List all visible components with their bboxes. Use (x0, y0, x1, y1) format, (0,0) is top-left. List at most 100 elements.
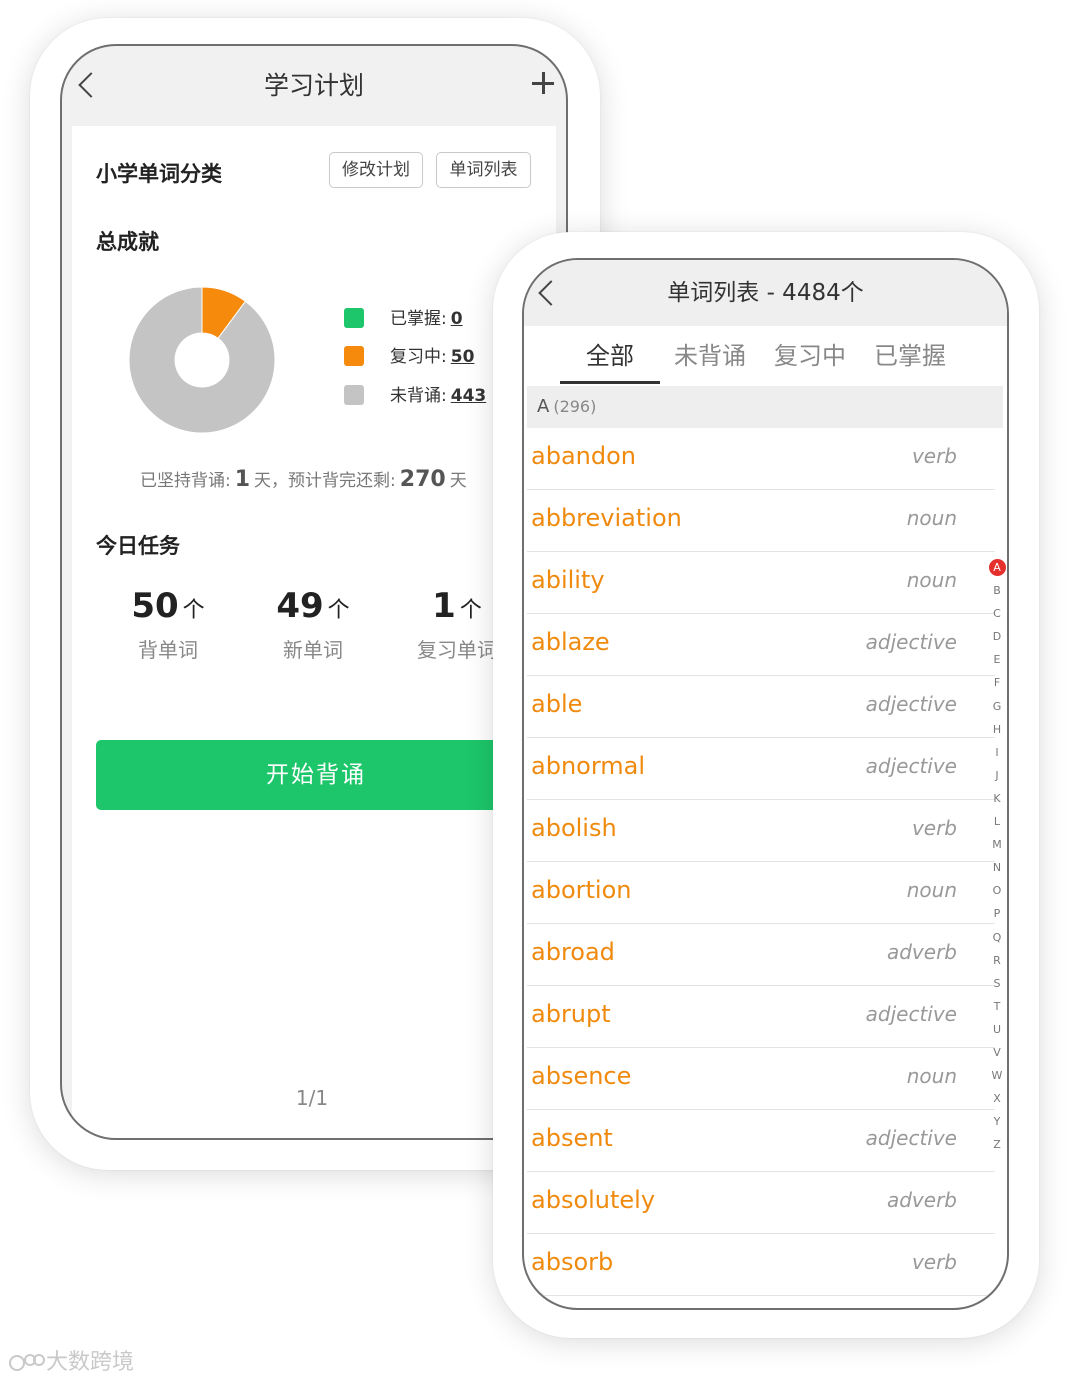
word-list-screen: 单词列表 - 4484个 全部 未背诵 复习中 已掌握 A (296) aband… (522, 258, 1009, 1310)
index-letter-text: I (995, 745, 999, 759)
legend-value[interactable]: 50 (451, 347, 475, 367)
tab-mastered[interactable]: 已掌握 (860, 326, 960, 386)
index-letter-text: M (992, 838, 1002, 852)
index-letter[interactable]: H (987, 718, 1007, 741)
group-letter: A (537, 396, 550, 417)
tab-unrecited[interactable]: 未背诵 (660, 326, 760, 386)
word-row[interactable]: absent adjective (527, 1110, 995, 1172)
index-letter-text: Q (992, 930, 1002, 944)
word-text: absorb (531, 1248, 614, 1276)
word-row[interactable]: abroad adverb (527, 924, 995, 986)
legend-label: 已掌握: (390, 309, 447, 329)
legend-value[interactable]: 443 (451, 386, 487, 406)
task-unit: 个 (327, 598, 350, 623)
index-letter[interactable]: Z (987, 1133, 1007, 1156)
word-row[interactable]: abolish verb (527, 800, 995, 862)
index-letter-text: O (992, 884, 1002, 898)
index-letter-text: E (993, 653, 1001, 667)
index-letter-text: N (992, 861, 1002, 875)
watermark-logo-icon (9, 1354, 45, 1371)
index-letter[interactable]: X (987, 1087, 1007, 1110)
index-letter-text: R (993, 953, 1001, 967)
legend-value[interactable]: 0 (451, 309, 463, 329)
index-letter-text: Z (993, 1138, 1001, 1152)
word-row[interactable]: ability noun (527, 552, 995, 614)
start-recite-button[interactable]: 开始背诵 (96, 740, 536, 810)
index-letter[interactable]: B (987, 579, 1007, 602)
index-letter[interactable]: T (987, 995, 1007, 1018)
word-row[interactable]: absence noun (527, 1048, 995, 1110)
tab-all[interactable]: 全部 (560, 326, 660, 386)
index-letter[interactable]: K (987, 787, 1007, 810)
word-row[interactable]: abnormal adjective (527, 738, 995, 800)
index-letter[interactable]: F (987, 671, 1007, 694)
part-of-speech: verb (911, 816, 957, 840)
page-title: 单词列表 - 4484个 (667, 280, 864, 306)
tab-reviewing[interactable]: 复习中 (760, 326, 860, 386)
word-row[interactable]: able adjective (527, 676, 995, 738)
index-letter[interactable]: I (987, 741, 1007, 764)
index-letter-text: B (993, 584, 1001, 598)
days-count: 1 (234, 467, 251, 492)
index-letter[interactable]: O (987, 879, 1007, 902)
index-letter-text: U (992, 1022, 1002, 1036)
index-letter[interactable]: W (987, 1064, 1007, 1087)
part-of-speech: adverb (886, 1188, 957, 1212)
group-count: (296) (553, 397, 597, 416)
index-letter[interactable]: M (987, 833, 1007, 856)
word-row[interactable]: absorb verb (527, 1234, 995, 1296)
index-letter[interactable]: J (987, 764, 1007, 787)
edit-plan-button[interactable]: 修改计划 (329, 152, 423, 188)
index-letter[interactable]: R (987, 949, 1007, 972)
index-letter[interactable]: Y (987, 1110, 1007, 1133)
task-unit: 个 (459, 598, 482, 623)
legend-label: 复习中: (390, 347, 447, 367)
word-row[interactable]: abandon verb (527, 428, 995, 490)
index-letter[interactable]: P (987, 902, 1007, 925)
part-of-speech: adjective (865, 630, 957, 654)
word-text: able (531, 690, 583, 718)
page-indicator: 1/1 (295, 1086, 329, 1110)
word-row[interactable]: absolutely adverb (527, 1172, 995, 1234)
index-letter-text: K (993, 791, 1001, 805)
index-letter[interactable]: N (987, 856, 1007, 879)
part-of-speech: noun (906, 506, 957, 530)
mastered-swatch (344, 308, 364, 328)
index-letter-text: Y (993, 1115, 1001, 1129)
word-list-phone: 单词列表 - 4484个 全部 未背诵 复习中 已掌握 A (296) aband… (493, 232, 1039, 1338)
index-letter[interactable]: U (987, 1018, 1007, 1041)
watermark-text: 大数跨境 (46, 1350, 135, 1375)
part-of-speech: adverb (886, 940, 957, 964)
summary-suffix: 天 (449, 471, 467, 491)
index-letter-text: G (992, 699, 1002, 713)
word-text: ability (531, 566, 605, 594)
index-letter[interactable]: D (987, 625, 1007, 648)
task-label: 背单词 (138, 638, 198, 662)
index-letter[interactable]: A (987, 556, 1007, 579)
index-letter[interactable]: E (987, 648, 1007, 671)
word-row[interactable]: abortion noun (527, 862, 995, 924)
index-letter[interactable]: L (987, 810, 1007, 833)
word-text: ablaze (531, 628, 610, 656)
index-letter[interactable]: C (987, 602, 1007, 625)
plus-icon[interactable] (532, 72, 554, 94)
task-label: 新单词 (283, 638, 343, 662)
word-text: abortion (531, 876, 632, 904)
word-list-button[interactable]: 单词列表 (436, 152, 531, 188)
part-of-speech: adjective (865, 1126, 957, 1150)
study-plan-navbar: 学习计划 (62, 46, 566, 126)
word-row[interactable]: ablaze adjective (527, 614, 995, 676)
alphabet-index[interactable]: ABCDEFGHIJKLMNOPQRSTUVWXYZ (987, 556, 1007, 1156)
index-letter[interactable]: S (987, 972, 1007, 995)
word-row[interactable]: abrupt adjective (527, 986, 995, 1048)
index-letter[interactable]: Q (987, 926, 1007, 949)
word-text: abbreviation (531, 504, 682, 532)
index-letter[interactable]: V (987, 1041, 1007, 1064)
part-of-speech: noun (906, 878, 957, 902)
word-list-navbar: 单词列表 - 4484个 (524, 260, 1007, 326)
word-row[interactable]: abbreviation noun (527, 490, 995, 552)
index-letter[interactable]: G (987, 695, 1007, 718)
index-letter-text: P (993, 907, 1001, 921)
index-letter-text: D (992, 630, 1002, 644)
task-count: 50 (131, 586, 179, 626)
